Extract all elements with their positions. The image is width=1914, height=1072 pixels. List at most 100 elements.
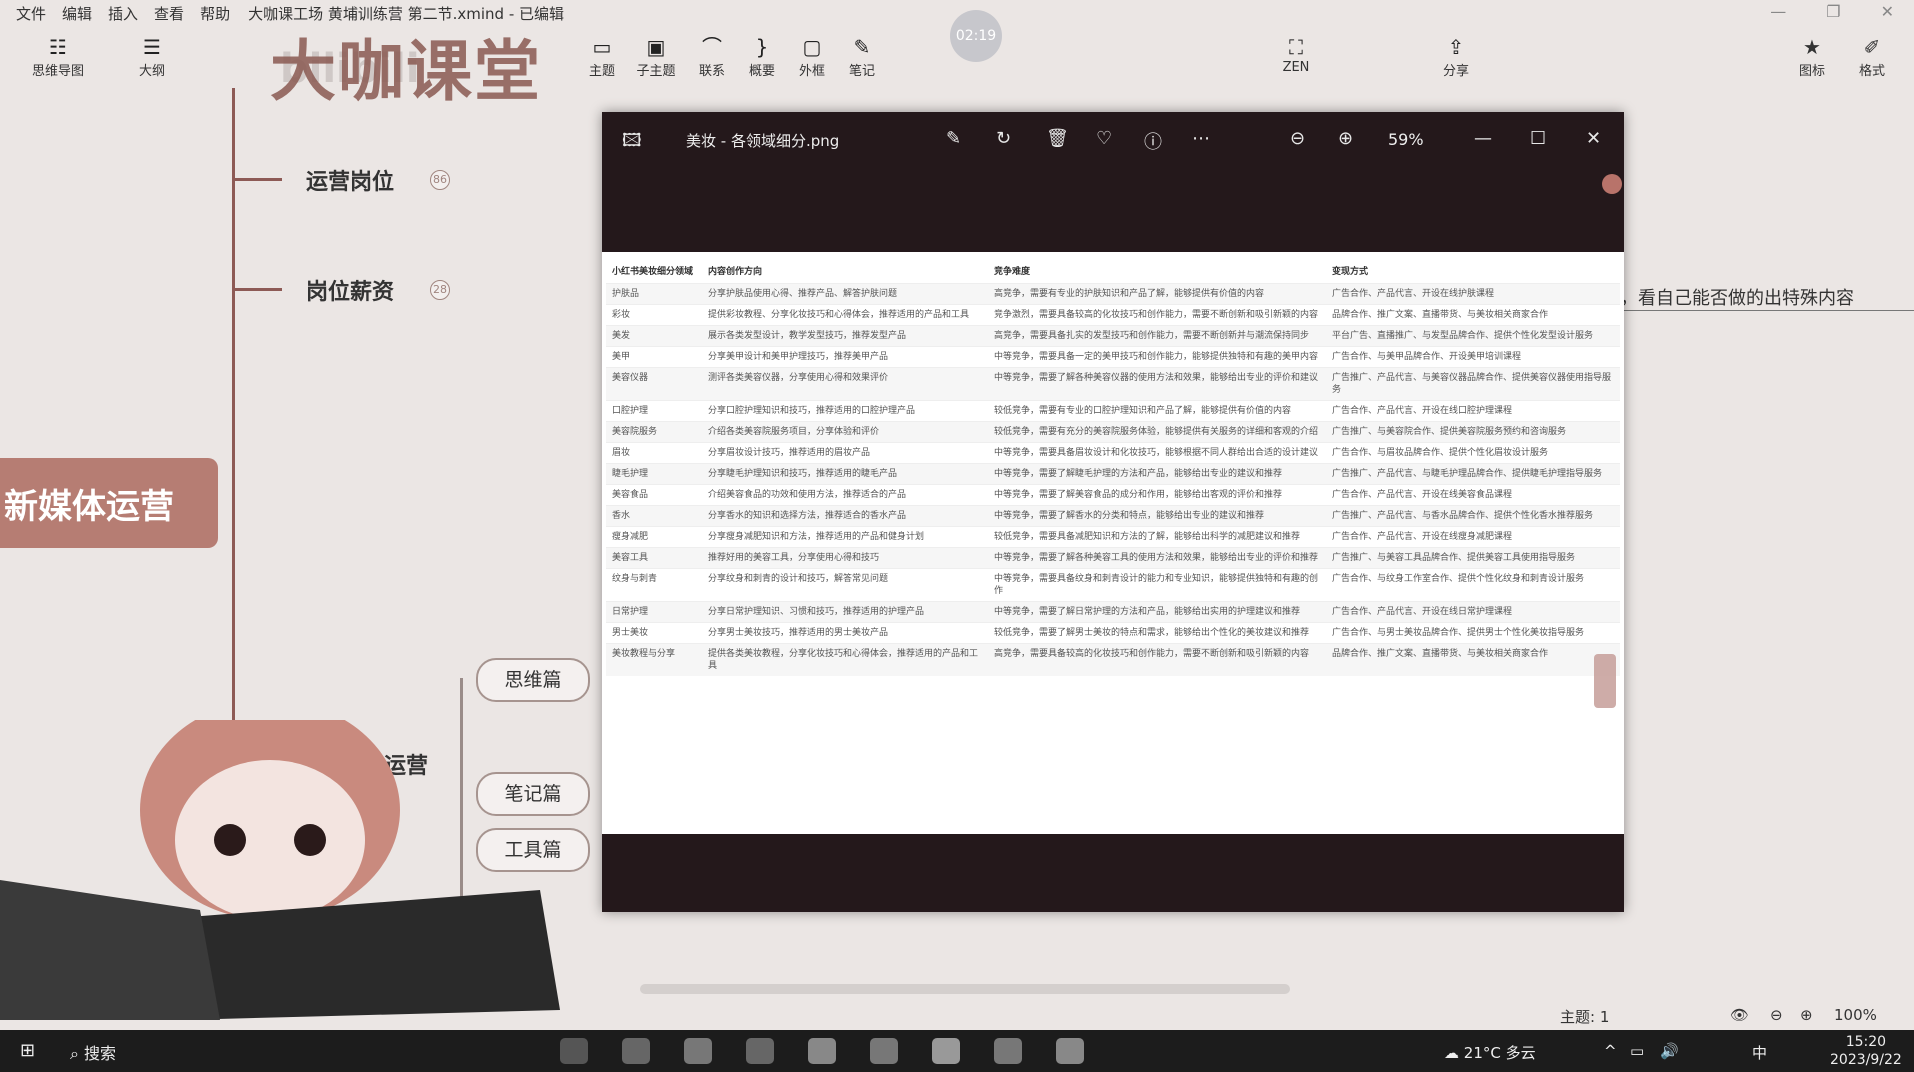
table-row: 护肤品 分享护肤品使用心得、推荐产品、解答护肤问题 高竞争，需要有专业的护肤知识和产… [606,283,1620,305]
table-cell: 提供彩妆教程、分享化妆技巧和心得体会，推荐适用的产品和工具 [702,304,988,326]
app-icon[interactable] [932,1038,960,1064]
restore-icon[interactable]: ❐ [1826,2,1840,21]
boundary-button[interactable]: ▢ 外框 [784,34,840,79]
rotate-icon[interactable]: ↻ [996,128,1011,149]
table-row: 香水 分享香水的知识和选择方法，推荐适合的香水产品 中等竞争，需要了解香水的分类和特… [606,505,1620,527]
table-cell: 分享睫毛护理知识和技巧，推荐适用的睫毛产品 [702,463,988,485]
tray-chevron-icon[interactable]: ^ [1604,1042,1617,1060]
table-cell: 竞争激烈，需要具备较高的化妆技巧和创作能力，需要不断创新和吸引新颖的内容 [988,304,1326,326]
collapse-count-badge[interactable]: 28 [430,280,450,300]
note-icon: ✎ [853,35,871,59]
windows-taskbar: ⊞ ⌕ 搜索 ☁ 21°C 多云 ^ ▭ 🔊 中 15:20 2023/9/22 [0,1030,1914,1072]
menu-file[interactable]: 文件 [16,3,46,24]
viewer-image: 小红书美妆细分领域 内容创作方向 竞争难度 变现方式 护肤品 分享护肤品使用心得、… [602,252,1624,834]
table-cell: 高竞争，需要具备较高的化妆技巧和创作能力，需要不断创新和吸引新颖的内容 [988,643,1326,676]
table-cell: 男士美妆 [606,622,702,644]
minimize-icon[interactable]: — [1474,128,1492,149]
table-header: 变现方式 [1332,267,1369,277]
subtopic-thinking[interactable]: 思维篇 [476,658,590,702]
system-clock[interactable]: 15:20 2023/9/22 [1830,1033,1902,1069]
branch-connector [232,288,282,291]
table-cell: 广告合作、产品代言、开设在线口腔护理课程 [1326,400,1620,422]
app-icon[interactable] [746,1038,774,1064]
maximize-icon[interactable]: ☐ [1530,128,1546,149]
table-row: 口腔护理 分享口腔护理知识和技巧，推荐适用的口腔护理产品 较低竞争，需要有专业的口腔… [606,400,1620,422]
table-header: 竞争难度 [994,267,1031,277]
summary-button[interactable]: } 概要 [734,34,790,79]
more-icon[interactable]: ⋯ [1192,128,1210,149]
outline-button[interactable]: ☰ 大纲 [124,34,180,79]
table-cell: 广告合作、与眉妆品牌合作、提供个性化眉妆设计服务 [1326,442,1620,464]
branch-connector [232,88,235,748]
summary-icon: } [755,35,769,59]
menu-edit[interactable]: 编辑 [62,3,92,24]
horizontal-scrollbar[interactable] [640,984,1290,994]
icon-panel-button[interactable]: ★ 图标 [1782,34,1842,79]
viewer-titlebar: 🖾 美妆 - 各领域细分.png ✎ ↻ 🗑 ♡ ⓘ ⋯ ⊖ ⊕ 59% — ☐… [602,112,1624,168]
topic-button[interactable]: ▭ 主题 [574,34,630,79]
table-row: 眉妆 分享眉妆设计技巧，推荐适用的眉妆产品 中等竞争，需要具备眉妆设计和化妆技巧，能… [606,442,1620,464]
menu-help[interactable]: 帮助 [200,3,230,24]
menu-view[interactable]: 查看 [154,3,184,24]
app-icon[interactable] [870,1038,898,1064]
table-cell: 高竞争，需要有专业的护肤知识和产品了解，能够提供有价值的内容 [988,283,1326,305]
zoom-in-icon[interactable]: ⊕ [1338,128,1353,149]
favorite-icon[interactable]: ♡ [1096,128,1112,149]
taskbar-search[interactable]: ⌕ 搜索 [70,1040,116,1064]
table-cell: 分享瘦身减肥知识和方法，推荐适用的产品和健身计划 [702,526,988,548]
table-row: 日常护理 分享日常护理知识、习惯和技巧，推荐适用的护理产品 中等竞争，需要了解日常护… [606,601,1620,623]
topic-side-note[interactable]: ，看自己能否做的出特殊内容 [1620,284,1854,310]
branch-connector [232,178,282,181]
close-icon[interactable]: ✕ [1881,2,1894,21]
zoom-out-button[interactable]: ⊖ [1770,1006,1783,1024]
table-cell: 美容食品 [606,484,702,506]
table-row: 睫毛护理 分享睫毛护理知识和技巧，推荐适用的睫毛产品 中等竞争，需要了解睫毛护理的方… [606,463,1620,485]
minimize-icon[interactable]: — [1770,2,1786,21]
table-cell: 中等竞争，需要了解香水的分类和特点，能够给出专业的建议和推荐 [988,505,1326,527]
topic-salary[interactable]: 岗位薪资 [306,274,394,306]
network-icon[interactable]: ▭ [1630,1042,1644,1060]
app-icon[interactable] [622,1038,650,1064]
relationship-icon: ⌒ [702,35,722,59]
table-cell: 美发 [606,325,702,347]
eye-icon[interactable]: 👁 [1730,1006,1749,1024]
next-image-arrow[interactable] [1594,654,1616,708]
table-cell: 日常护理 [606,601,702,623]
table-cell: 美容院服务 [606,421,702,443]
edit-image-icon[interactable]: ✎ [946,128,961,149]
weather-widget[interactable]: ☁ 21°C 多云 [1444,1042,1536,1063]
app-icon[interactable] [684,1038,712,1064]
format-panel-button[interactable]: ✐ 格式 [1842,34,1902,79]
volume-icon[interactable]: 🔊 [1660,1042,1679,1060]
zoom-percent[interactable]: 100% [1834,1006,1877,1024]
collapse-count-badge[interactable]: 86 [430,170,450,190]
table-cell: 睫毛护理 [606,463,702,485]
menu-insert[interactable]: 插入 [108,3,138,24]
table-cell: 较低竞争，需要了解男士美妆的特点和需求，能够给出个性化的美妆建议和推荐 [988,622,1326,644]
app-icon[interactable] [560,1038,588,1064]
table-cell: 广告推广、产品代言、与美容仪器品牌合作、提供美容仪器使用指导服务 [1326,367,1620,401]
zoom-level[interactable]: 59% [1388,130,1424,149]
note-button[interactable]: ✎ 笔记 [834,34,890,79]
mindmap-button[interactable]: ☷ 思维导图 [30,34,86,79]
zoom-in-button[interactable]: ⊕ [1800,1006,1813,1024]
table-row: 男士美妆 分享男士美妆技巧，推荐适用的男士美妆产品 较低竞争，需要了解男士美妆的特点… [606,622,1620,644]
zen-button[interactable]: ⛶ ZEN [1268,34,1324,75]
topic-operations-roles[interactable]: 运营岗位 [306,164,394,196]
share-button[interactable]: ⇪ 分享 [1428,34,1484,79]
app-icon[interactable] [1056,1038,1084,1064]
root-topic[interactable]: 新媒体运营 [0,458,218,548]
close-icon[interactable]: ✕ [1586,128,1601,149]
subtopic-button[interactable]: ▣ 子主题 [628,34,684,79]
table-row: 纹身与刺青 分享纹身和刺青的设计和技巧，解答常见问题 中等竞争，需要具备纹身和刺青设… [606,568,1620,602]
delete-icon[interactable]: 🗑 [1046,128,1069,149]
table-cell: 推荐好用的美容工具，分享使用心得和技巧 [702,547,988,569]
info-icon[interactable]: ⓘ [1144,128,1162,154]
app-icon[interactable] [994,1038,1022,1064]
app-icon[interactable] [808,1038,836,1064]
table-cell: 彩妆 [606,304,702,326]
windows-start-icon[interactable]: ⊞ [20,1040,35,1061]
zoom-out-icon[interactable]: ⊖ [1290,128,1305,149]
relationship-button[interactable]: ⌒ 联系 [684,34,740,79]
ime-indicator[interactable]: 中 [1752,1042,1767,1063]
